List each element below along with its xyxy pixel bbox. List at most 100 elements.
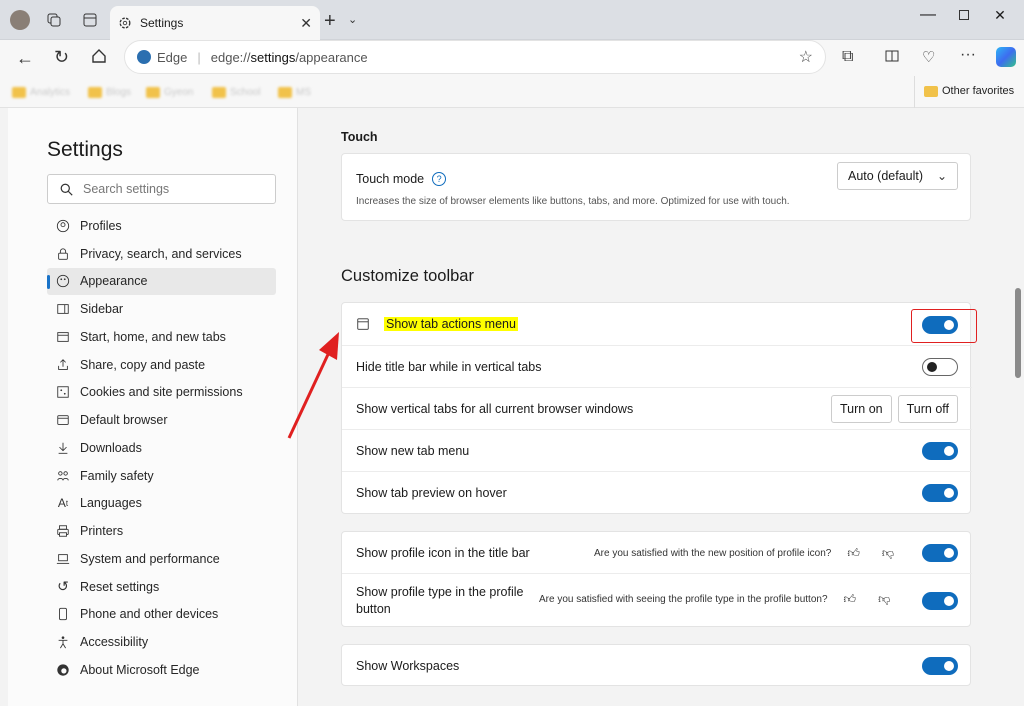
home-icon [56, 330, 70, 344]
other-favorites[interactable]: Other favorites [924, 85, 1014, 97]
help-icon[interactable]: ? [432, 172, 447, 186]
search-placeholder: Search settings [83, 182, 170, 196]
sidebar-item-default-browser[interactable]: Default browser [47, 406, 276, 434]
laptop-icon [56, 552, 70, 566]
thumbs-up-icon[interactable]: 👍︎ [847, 546, 860, 561]
sidebar-item-label: Appearance [80, 274, 148, 289]
printer-icon [56, 524, 70, 538]
search-settings-input[interactable]: Search settings [47, 174, 276, 204]
tab-title: Settings [140, 16, 184, 30]
sidebar-item-privacy[interactable]: Privacy, search, and services [47, 240, 276, 268]
favorite-folder[interactable]: Blogs [88, 84, 131, 100]
sidebar-item-system[interactable]: System and performance [47, 545, 276, 573]
edge-icon [56, 663, 70, 677]
profile-avatar[interactable] [10, 10, 30, 30]
sidebar-item-cookies[interactable]: Cookies and site permissions [47, 379, 276, 407]
close-window-button[interactable]: ✕ [982, 4, 1018, 26]
profile-icon [56, 219, 70, 233]
profile-type-label-line1: Show profile type in the profile [356, 585, 524, 599]
thumbs-up-icon[interactable]: 👍︎ [844, 592, 857, 607]
touch-mode-value: Auto (default) [848, 169, 924, 183]
touch-mode-description: Increases the size of browser elements l… [356, 196, 790, 207]
sidebar-item-label: Downloads [80, 440, 142, 455]
sidebar-item-sidebar[interactable]: Sidebar [47, 295, 276, 323]
touch-mode-dropdown[interactable]: Auto (default) ⌄ [837, 162, 958, 190]
refresh-icon[interactable]: ↻ [54, 47, 69, 68]
settings-title: Settings [47, 138, 123, 161]
scrollbar-thumb[interactable] [1015, 288, 1021, 378]
copilot-icon[interactable] [996, 47, 1016, 67]
annotation-arrow [287, 332, 339, 439]
address-bar[interactable]: Edge | edge:// settings /appearance ☆ [124, 40, 826, 74]
minimize-button[interactable]: — [910, 4, 946, 26]
thumbs-down-icon[interactable]: 👎︎ [882, 546, 894, 561]
touch-section-title: Touch [341, 130, 378, 144]
favorite-folder[interactable]: Analytics [12, 84, 70, 100]
lock-icon [56, 247, 70, 261]
sidebar-item-share[interactable]: Share, copy and paste [47, 351, 276, 379]
sidebar-item-reset[interactable]: ↺ Reset settings [47, 573, 276, 601]
touch-mode-label: Touch mode ? [356, 172, 447, 186]
url-prefix: edge:// [210, 49, 251, 65]
survey-question: Are you satisfied with the new position … [594, 548, 832, 559]
phone-icon [56, 607, 70, 621]
other-favorites-label: Other favorites [942, 85, 1015, 97]
more-icon[interactable]: ··· [960, 46, 976, 64]
hide-title-bar-toggle[interactable] [922, 358, 958, 376]
workspaces-row: Show Workspaces [342, 645, 972, 687]
sidebar-item-start-home[interactable]: Start, home, and new tabs [47, 323, 276, 351]
new-tab-menu-toggle[interactable] [922, 442, 958, 460]
turn-off-button[interactable]: Turn off [897, 394, 958, 423]
sidebar-item-languages[interactable]: At Languages [47, 490, 276, 518]
favorite-folder[interactable]: School [212, 84, 261, 100]
settings-nav: Profiles Privacy, search, and services A… [47, 212, 276, 684]
sidebar-item-appearance[interactable]: Appearance [47, 267, 276, 296]
chevron-down-icon: ⌄ [936, 169, 947, 183]
toolbar-row: Show vertical tabs for all current brows… [342, 388, 972, 430]
chevron-down-icon[interactable]: ⌄ [348, 13, 357, 26]
extensions-icon[interactable]: ⧉ [842, 48, 853, 66]
sidebar-item-profiles[interactable]: Profiles [47, 212, 276, 240]
new-tab-icon[interactable]: + [324, 10, 336, 33]
search-icon [60, 183, 73, 196]
favorite-folder[interactable]: MS [278, 84, 311, 100]
profile-type-toggle[interactable] [922, 592, 958, 610]
favorite-folder[interactable]: Gyeon [146, 84, 193, 100]
palette-icon [56, 274, 70, 288]
home-icon[interactable] [91, 48, 107, 64]
workspaces-icon[interactable] [46, 12, 62, 28]
thumbs-down-icon[interactable]: 👎︎ [878, 592, 890, 607]
back-icon[interactable]: ← [16, 48, 34, 69]
vertical-tabs-icon[interactable] [82, 12, 98, 28]
tab-settings[interactable]: Settings ✕ [110, 6, 320, 40]
split-screen-icon[interactable] [884, 48, 900, 64]
sidebar-item-accessibility[interactable]: Accessibility [47, 628, 276, 656]
url-bold: settings [250, 49, 296, 65]
close-tab-icon[interactable]: ✕ [300, 15, 312, 32]
sidebar-item-phone[interactable]: Phone and other devices [47, 601, 276, 629]
sidebar-item-family[interactable]: Family safety [47, 462, 276, 490]
toolbar-row: Show new tab menu [342, 430, 972, 472]
cookie-icon [56, 385, 70, 399]
turn-on-button[interactable]: Turn on [830, 394, 892, 423]
show-tab-actions-toggle[interactable] [922, 316, 958, 334]
scrollbar[interactable] [1012, 108, 1024, 706]
profile-icon-toggle[interactable] [922, 544, 958, 562]
sidebar-item-label: Phone and other devices [80, 607, 219, 622]
sidebar-item-downloads[interactable]: Downloads [47, 434, 276, 462]
browser-essentials-icon[interactable]: ♡ [922, 48, 935, 66]
sidebar-item-about[interactable]: About Microsoft Edge [47, 656, 276, 684]
customize-toolbar-title: Customize toolbar [341, 267, 474, 285]
hide-title-bar-label: Hide title bar while in vertical tabs [356, 359, 542, 374]
share-icon [56, 358, 70, 372]
workspaces-toggle[interactable] [922, 657, 958, 675]
favorites-bar: Analytics Blogs Gyeon School MS Other fa… [0, 76, 1024, 108]
edge-icon [137, 50, 151, 64]
tab-preview-toggle[interactable] [922, 484, 958, 502]
star-icon[interactable]: ☆ [799, 47, 813, 67]
maximize-button[interactable] [946, 4, 982, 26]
sidebar-item-label: About Microsoft Edge [80, 662, 200, 677]
profile-card: Show profile icon in the title bar Are y… [341, 531, 972, 627]
sidebar-item-printers[interactable]: Printers [47, 517, 276, 545]
touch-card: Touch mode ? Increases the size of brows… [341, 153, 971, 221]
